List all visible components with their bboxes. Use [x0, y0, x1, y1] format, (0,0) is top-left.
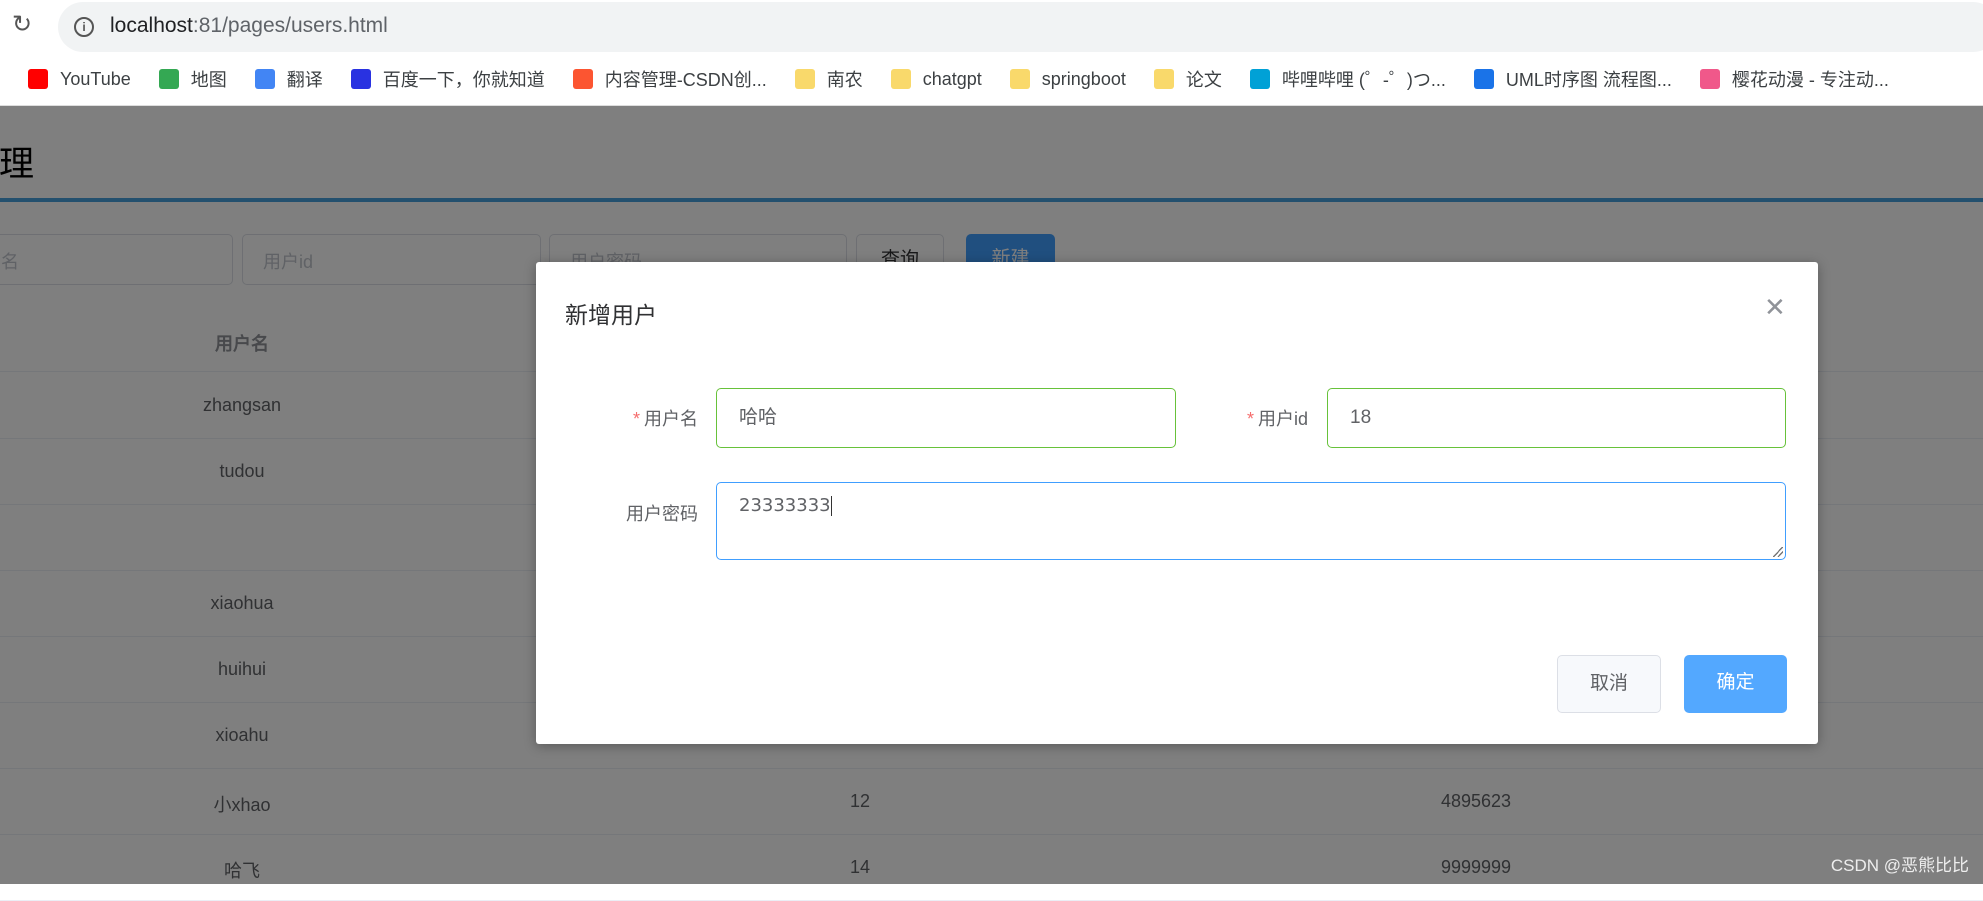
password-textarea[interactable]: 23333333 [716, 482, 1786, 560]
youtube-icon [28, 69, 48, 89]
cancel-button[interactable]: 取消 [1557, 655, 1661, 713]
bookmark-label: 内容管理-CSDN创... [604, 70, 767, 90]
baidu-icon [350, 69, 371, 89]
bookmark-label: springboot [1041, 68, 1126, 89]
bookmark-item[interactable]: 南农 [794, 66, 863, 92]
bookmark-item[interactable]: 内容管理-CSDN创... [572, 66, 767, 92]
csdn-icon [572, 69, 593, 89]
resize-handle[interactable] [1773, 547, 1783, 557]
bookmark-item[interactable]: YouTube [28, 69, 131, 90]
bookmark-label: chatgpt [922, 68, 982, 89]
sakura-icon [1699, 69, 1720, 89]
translate-icon [254, 69, 275, 89]
watermark: CSDN @恶熊比比 [1830, 856, 1969, 875]
folder-icon [1009, 69, 1030, 89]
bookmark-item[interactable]: 樱花动漫 - 专注动... [1699, 66, 1889, 92]
bookmark-item[interactable]: 翻译 [254, 66, 323, 92]
browser-chrome: ↻ i localhost:81/pages/users.html YouTub… [0, 0, 1983, 106]
processon-icon [1473, 69, 1494, 89]
bookmark-label: 南农 [826, 70, 863, 90]
bookmark-item[interactable]: 地图 [158, 66, 227, 92]
add-user-dialog: 新增用户 ✕ * 用户名 哈哈 * 用户id 18 用户密码 23333333 取消… [536, 262, 1818, 744]
userid-input[interactable]: 18 [1327, 388, 1786, 448]
username-input[interactable]: 哈哈 [716, 388, 1176, 448]
bookmark-item[interactable]: 论文 [1153, 66, 1222, 92]
bookmark-label: 地图 [190, 70, 227, 90]
folder-icon [794, 69, 815, 89]
bookmark-item[interactable]: chatgpt [890, 68, 982, 90]
maps-icon [158, 69, 179, 89]
bookmark-label: 樱花动漫 - 专注动... [1731, 70, 1889, 90]
bilibili-icon [1249, 69, 1270, 89]
folder-icon [890, 69, 911, 89]
password-label: 用户密码 [626, 504, 698, 524]
info-icon[interactable]: i [74, 17, 94, 37]
close-icon[interactable]: ✕ [1764, 292, 1786, 323]
bookmark-item[interactable]: UML时序图 流程图... [1473, 66, 1672, 92]
bookmark-item[interactable]: 百度一下，你就知道 [350, 66, 545, 92]
username-label: * 用户名 [632, 409, 698, 429]
confirm-button[interactable]: 确定 [1684, 655, 1787, 713]
bookmark-label: UML时序图 流程图... [1505, 70, 1672, 90]
bookmarks-bar: YouTube 地图 翻译 百度一下，你就知道 内容管理-CSDN创... 南农 chatg… [28, 64, 1917, 94]
reload-icon[interactable]: ↻ [12, 12, 38, 38]
bookmark-label: 翻译 [286, 70, 323, 90]
bookmark-item[interactable]: 哔哩哔哩 (゜-゜)つ... [1249, 66, 1446, 92]
url-text: localhost:81/pages/users.html [110, 14, 388, 37]
bookmark-item[interactable]: springboot [1009, 68, 1126, 90]
dialog-title: 新增用户 [565, 302, 657, 328]
bookmark-label: 百度一下，你就知道 [382, 70, 545, 90]
address-bar[interactable]: i localhost:81/pages/users.html [58, 2, 1983, 52]
bookmark-label: YouTube [60, 68, 131, 89]
bookmark-label: 哔哩哔哩 (゜-゜)つ... [1281, 70, 1446, 90]
bookmark-label: 论文 [1185, 70, 1222, 90]
folder-icon [1153, 69, 1174, 89]
userid-label: * 用户id [1246, 409, 1308, 429]
